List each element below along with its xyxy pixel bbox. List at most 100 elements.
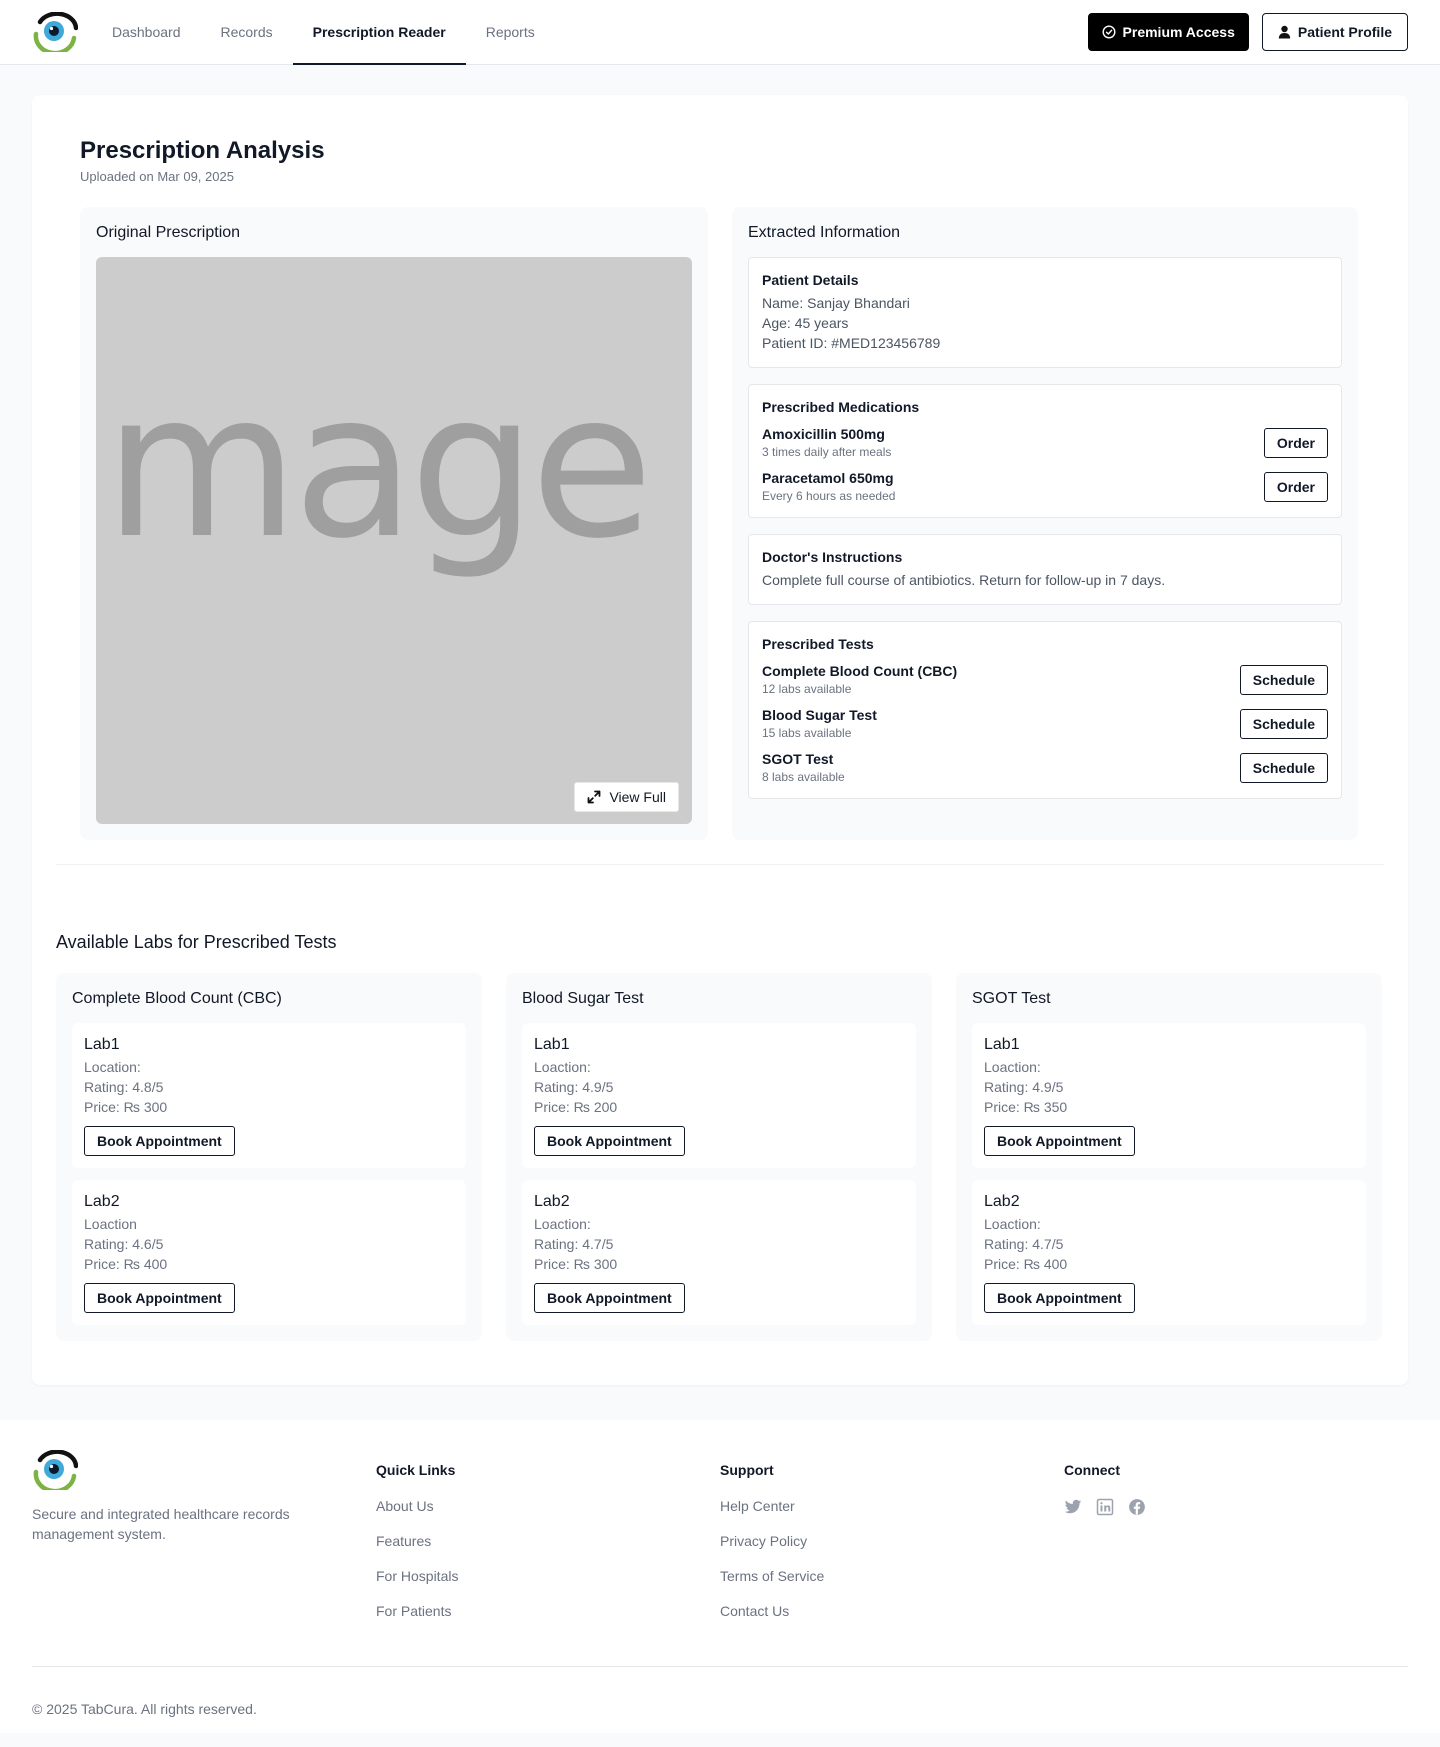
support-title: Support	[720, 1462, 774, 1478]
lab-price: Price: ₨ 300	[534, 1256, 618, 1272]
lab-card: Lab1 Location: Rating: 4.8/5 Price: ₨ 30…	[72, 1023, 466, 1168]
lab-location: Loaction:	[534, 1216, 591, 1232]
nav-reports[interactable]: Reports	[466, 0, 555, 65]
lab-name: Lab1	[534, 1036, 570, 1053]
lab-name: Lab1	[84, 1036, 120, 1053]
lab-location: Location:	[84, 1059, 141, 1075]
lab-price: Price: ₨ 400	[984, 1256, 1068, 1272]
patient-details-box: Patient Details Name: Sanjay Bhandari Ag…	[748, 257, 1342, 368]
test-item: Complete Blood Count (CBC) 12 labs avail…	[762, 663, 1328, 696]
prescription-image-placeholder[interactable]: mage View Full	[96, 257, 692, 824]
medication-name: Amoxicillin 500mg	[762, 426, 885, 442]
tabcura-logo-icon[interactable]	[32, 1450, 78, 1490]
available-labs-section: Available Labs for Prescribed Tests Comp…	[56, 932, 1384, 1341]
book-appointment-button[interactable]: Book Appointment	[84, 1126, 235, 1156]
book-appointment-button[interactable]: Book Appointment	[984, 1283, 1135, 1313]
lab-rating: Rating: 4.9/5	[984, 1079, 1064, 1095]
test-labs-available: 8 labs available	[762, 770, 845, 784]
prescribed-medications-title: Prescribed Medications	[762, 399, 920, 415]
footer-link-for-hospitals[interactable]: For Hospitals	[376, 1568, 720, 1584]
available-labs-title: Available Labs for Prescribed Tests	[56, 932, 337, 952]
footer-link-terms-of-service[interactable]: Terms of Service	[720, 1568, 1064, 1584]
lab-rating: Rating: 4.6/5	[84, 1236, 164, 1252]
schedule-test-button[interactable]: Schedule	[1239, 664, 1328, 695]
footer-brand: Secure and integrated healthcare records…	[32, 1450, 376, 1638]
footer-tagline: Secure and integrated healthcare records…	[32, 1506, 290, 1542]
nav-records[interactable]: Records	[201, 0, 293, 65]
patient-profile-button[interactable]: Patient Profile	[1261, 13, 1408, 51]
premium-access-button[interactable]: Premium Access	[1087, 13, 1249, 51]
test-name: SGOT Test	[762, 751, 834, 767]
view-full-button[interactable]: View Full	[574, 782, 679, 812]
book-appointment-button[interactable]: Book Appointment	[534, 1126, 685, 1156]
lab-card: Lab2 Loaction Rating: 4.6/5 Price: ₨ 400…	[72, 1180, 466, 1325]
medication-dosage: 3 times daily after meals	[762, 445, 892, 459]
lab-card: Lab2 Loaction: Rating: 4.7/5 Price: ₨ 40…	[972, 1180, 1366, 1325]
nav-dashboard[interactable]: Dashboard	[92, 0, 201, 65]
expand-icon	[588, 790, 601, 804]
analysis-columns: Original Prescription mage View Full Ext…	[80, 207, 1360, 840]
lab-rating: Rating: 4.8/5	[84, 1079, 164, 1095]
lab-price: Price: ₨ 350	[984, 1099, 1068, 1115]
book-appointment-button[interactable]: Book Appointment	[84, 1283, 235, 1313]
lab-card: Lab1 Loaction: Rating: 4.9/5 Price: ₨ 20…	[522, 1023, 916, 1168]
book-appointment-button[interactable]: Book Appointment	[534, 1283, 685, 1313]
lab-name: Lab2	[984, 1193, 1020, 1210]
linkedin-icon[interactable]	[1096, 1498, 1114, 1516]
lab-name: Lab2	[84, 1193, 120, 1210]
footer-link-about-us[interactable]: About Us	[376, 1498, 720, 1514]
footer-link-contact-us[interactable]: Contact Us	[720, 1603, 1064, 1619]
lab-price: Price: ₨ 400	[84, 1256, 168, 1272]
twitter-icon[interactable]	[1064, 1498, 1082, 1516]
lab-rating: Rating: 4.7/5	[534, 1236, 614, 1252]
labs-grid: Complete Blood Count (CBC) Lab1 Location…	[56, 973, 1384, 1341]
prescribed-tests-title: Prescribed Tests	[762, 636, 874, 652]
extracted-information-panel: Extracted Information Patient Details Na…	[732, 207, 1358, 840]
footer-link-help-center[interactable]: Help Center	[720, 1498, 1064, 1514]
lab-location: Loaction:	[984, 1059, 1041, 1075]
book-appointment-button[interactable]: Book Appointment	[984, 1126, 1135, 1156]
footer-link-privacy-policy[interactable]: Privacy Policy	[720, 1533, 1064, 1549]
lab-card: Lab1 Loaction: Rating: 4.9/5 Price: ₨ 35…	[972, 1023, 1366, 1168]
prescription-analysis-section: Prescription Analysis Uploaded on Mar 09…	[56, 117, 1384, 865]
medication-name: Paracetamol 650mg	[762, 470, 894, 486]
schedule-test-button[interactable]: Schedule	[1239, 752, 1328, 783]
tabcura-logo-icon[interactable]	[32, 12, 78, 52]
doctor-instructions-box: Doctor's Instructions Complete full cour…	[748, 534, 1342, 605]
patient-profile-label: Patient Profile	[1297, 24, 1392, 40]
patient-name: Name: Sanjay Bhandari	[762, 295, 910, 311]
medication-dosage: Every 6 hours as needed	[762, 489, 896, 503]
order-medication-button[interactable]: Order	[1263, 427, 1328, 458]
top-navigation-bar: Dashboard Records Prescription Reader Re…	[0, 0, 1440, 65]
lab-group-title: Blood Sugar Test	[522, 990, 644, 1007]
footer-link-for-patients[interactable]: For Patients	[376, 1603, 720, 1619]
connect-title: Connect	[1064, 1462, 1120, 1478]
upload-date: Uploaded on Mar 09, 2025	[80, 169, 234, 184]
original-prescription-title: Original Prescription	[96, 224, 241, 241]
prescribed-medications-box: Prescribed Medications Amoxicillin 500mg…	[748, 384, 1342, 518]
test-item: SGOT Test 8 labs available Schedule	[762, 751, 1328, 784]
lab-group-sgot: SGOT Test Lab1 Loaction: Rating: 4.9/5 P…	[956, 973, 1382, 1341]
view-full-label: View Full	[609, 789, 666, 805]
quick-links-title: Quick Links	[376, 1462, 456, 1478]
footer-link-features[interactable]: Features	[376, 1533, 720, 1549]
lab-card: Lab2 Loaction: Rating: 4.7/5 Price: ₨ 30…	[522, 1180, 916, 1325]
lab-group-title: SGOT Test	[972, 990, 1051, 1007]
footer-columns: Secure and integrated healthcare records…	[32, 1450, 1408, 1638]
main-content: Prescription Analysis Uploaded on Mar 09…	[0, 65, 1440, 1420]
lab-group-title: Complete Blood Count (CBC)	[72, 990, 282, 1007]
schedule-test-button[interactable]: Schedule	[1239, 708, 1328, 739]
test-labs-available: 15 labs available	[762, 726, 852, 740]
footer-support: Support Help Center Privacy Policy Terms…	[720, 1450, 1064, 1638]
test-name: Complete Blood Count (CBC)	[762, 663, 958, 679]
patient-age: Age: 45 years	[762, 315, 849, 331]
lab-location: Loaction:	[534, 1059, 591, 1075]
lab-price: Price: ₨ 300	[84, 1099, 168, 1115]
lab-location: Loaction:	[984, 1216, 1041, 1232]
test-name: Blood Sugar Test	[762, 707, 877, 723]
copyright-text: © 2025 TabCura. All rights reserved.	[32, 1701, 257, 1717]
order-medication-button[interactable]: Order	[1263, 471, 1328, 502]
footer-divider	[32, 1666, 1408, 1667]
nav-prescription-reader[interactable]: Prescription Reader	[292, 0, 466, 65]
facebook-icon[interactable]	[1128, 1498, 1146, 1516]
